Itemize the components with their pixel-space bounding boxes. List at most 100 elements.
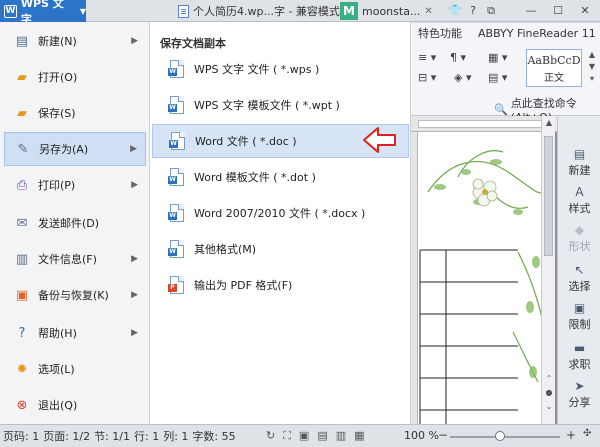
save-as-wps[interactable]: W WPS 文字 文件 ( *.wps ) — [152, 52, 409, 86]
menu-item-options[interactable]: ✹ 选项(L) — [4, 352, 146, 386]
side-new[interactable]: ▤ 新建 — [558, 148, 600, 178]
wps-menu-button[interactable]: W WPS 文字 ▼ — [0, 0, 86, 26]
scroll-up-icon[interactable]: ▲ — [542, 118, 556, 127]
shirt-skin-icon[interactable]: 👕 — [446, 2, 464, 20]
next-page-icon[interactable]: ⌄ — [542, 402, 556, 411]
side-style[interactable]: A 样式 — [558, 186, 600, 216]
tab-moonstar-label: moonsta... — [362, 4, 421, 18]
help-icon: ? — [18, 325, 26, 341]
chevron-right-icon: ▶ — [131, 180, 138, 190]
side-select[interactable]: ↖ 选择 — [558, 264, 600, 294]
vertical-scrollbar[interactable]: ▲ ⌃ ● ⌄ — [541, 116, 555, 424]
close-window-icon[interactable]: ✕ — [576, 2, 594, 20]
status-bar: 页码: 1 页面: 1/2 节: 1/1 行: 1 列: 1 字数: 55 ↻ … — [0, 424, 600, 447]
chevron-right-icon: ▶ — [131, 254, 138, 264]
minimize-icon[interactable]: — — [522, 2, 540, 20]
menu-item-open[interactable]: ▰ 打开(O) — [4, 60, 146, 94]
fill-color-icon[interactable]: ◈ ▾ — [454, 71, 471, 87]
new-doc-icon: ▤ — [15, 33, 29, 49]
menu-item-file-info[interactable]: ▥ 文件信息(F) ▶ — [4, 242, 146, 276]
scroll-thumb[interactable] — [544, 136, 553, 256]
menu-item-help[interactable]: ? 帮助(H) ▶ — [4, 316, 146, 350]
select-browse-icon[interactable]: ● — [542, 388, 556, 397]
side-share[interactable]: ➤ 分享 — [558, 380, 600, 410]
print-icon: ⎙ — [16, 177, 28, 193]
file-menu: ▤ 新建(N) ▶ ▰ 打开(O) ▰ 保存(S) ✎ 另存为(A) ▶ ⎙ 打… — [0, 22, 150, 424]
side-restrict[interactable]: ▣ 限制 — [558, 302, 600, 332]
lock-icon: ▣ — [573, 301, 586, 315]
grid-icon[interactable]: ▤ ▾ — [488, 71, 507, 87]
menu-item-save[interactable]: ▰ 保存(S) — [4, 96, 146, 130]
save-as-wpt[interactable]: W WPS 文字 模板文件 ( *.wpt ) — [152, 88, 409, 122]
side-shape-label: 形状 — [568, 240, 591, 253]
document-page[interactable] — [418, 132, 548, 424]
vertical-ruler[interactable] — [410, 132, 418, 424]
paragraph-icon[interactable]: ¶ ▾ — [450, 51, 466, 67]
other-format-icon: W — [168, 240, 184, 258]
side-share-label: 分享 — [568, 396, 591, 409]
revision-icon[interactable]: ↻ — [266, 429, 275, 443]
page-content — [419, 150, 547, 424]
menu-item-save-as[interactable]: ✎ 另存为(A) ▶ — [4, 132, 146, 166]
menu-item-label: 打印(P) — [38, 179, 76, 192]
maximize-icon[interactable]: ☐ — [549, 2, 567, 20]
chevron-right-icon: ▶ — [131, 328, 138, 338]
tab-abbyy[interactable]: ABBYY FineReader 11 — [478, 27, 596, 40]
menu-item-label: 新建(N) — [38, 35, 77, 48]
prev-page-icon[interactable]: ⌃ — [542, 374, 556, 383]
menu-item-print[interactable]: ⎙ 打印(P) ▶ — [4, 168, 146, 202]
view-buttons: ↻ ⛶ ▣ ▤ ▥ ▦ — [266, 429, 365, 443]
menu-item-label: 保存(S) — [38, 107, 76, 120]
save-as-pdf[interactable]: P 输出为 PDF 格式(F) — [152, 268, 409, 302]
columns-icon[interactable]: ⊟ ▾ — [418, 71, 436, 87]
help-icon[interactable]: ? — [464, 2, 482, 20]
tab-document[interactable]: 个人简历4.wp...字 - 兼容模式 ✕ — [178, 0, 352, 22]
reading-view-icon[interactable]: ▦ — [354, 429, 364, 443]
outline-view-icon[interactable]: ▤ — [317, 429, 327, 443]
menu-item-label: 退出(Q) — [38, 399, 78, 412]
menu-item-send-mail[interactable]: ✉ 发送邮件(D) — [4, 206, 146, 240]
ribbon-tabs: 特色功能 ABBYY FineReader 11 — [410, 23, 596, 43]
expand-icon[interactable]: ✣ — [583, 428, 591, 439]
menu-item-backup[interactable]: ▣ 备份与恢复(K) ▶ — [4, 278, 146, 312]
pdf-icon: P — [168, 276, 184, 294]
web-view-icon[interactable]: ▥ — [336, 429, 346, 443]
side-shape: ◆ 形状 — [558, 224, 600, 254]
close-icon[interactable]: ✕ — [424, 6, 432, 17]
border-icon[interactable]: ▦ ▾ — [488, 51, 507, 67]
restore-window-icon[interactable]: ⧉ — [482, 2, 500, 20]
red-arrow-annotation — [363, 127, 396, 153]
style-scroll-arrows[interactable]: ▲ ▼ ▾ — [586, 49, 598, 87]
document-icon — [178, 4, 189, 18]
line-spacing-icon[interactable]: ≡ ▾ — [418, 51, 436, 67]
zoom-slider-thumb[interactable] — [494, 431, 505, 441]
tab-moonstar[interactable]: M moonsta... ✕ — [340, 0, 433, 22]
zoom-slider[interactable] — [450, 436, 560, 438]
save-as-docx[interactable]: W Word 2007/2010 文件 ( *.docx ) — [152, 196, 409, 230]
horizontal-ruler[interactable] — [410, 116, 558, 132]
chevron-right-icon: ▶ — [130, 144, 137, 154]
new-doc-icon: ▤ — [573, 147, 586, 161]
save-icon: ▰ — [17, 105, 27, 121]
zoom-in-icon[interactable]: + — [566, 428, 576, 442]
open-folder-icon: ▰ — [17, 69, 27, 85]
zoom-percent[interactable]: 100 % — [404, 429, 439, 442]
menu-item-exit[interactable]: ⊗ 退出(Q) — [4, 388, 146, 422]
chevron-right-icon: ▶ — [131, 290, 138, 300]
ruler-track — [418, 120, 542, 128]
status-word-count[interactable]: 字数: 55 — [192, 428, 235, 444]
save-as-item-label: Word 模板文件 ( *.dot ) — [194, 171, 316, 184]
style-preview[interactable]: AaBbCcD 正文 — [526, 49, 582, 87]
chevron-right-icon: ▶ — [131, 36, 138, 46]
style-preview-name: 正文 — [544, 73, 564, 84]
fullscreen-icon[interactable]: ⛶ — [283, 429, 291, 443]
tab-features[interactable]: 特色功能 — [418, 25, 462, 41]
wps-template-icon: W — [168, 96, 184, 114]
save-as-dot[interactable]: W Word 模板文件 ( *.dot ) — [152, 160, 409, 194]
menu-item-new[interactable]: ▤ 新建(N) ▶ — [4, 24, 146, 58]
menu-item-label: 备份与恢复(K) — [38, 289, 109, 302]
page-view-icon[interactable]: ▣ — [299, 429, 309, 443]
side-job[interactable]: ▬ 求职 — [558, 342, 600, 372]
zoom-out-icon[interactable]: − — [438, 428, 448, 442]
save-as-other-format[interactable]: W 其他格式(M) — [152, 232, 409, 266]
